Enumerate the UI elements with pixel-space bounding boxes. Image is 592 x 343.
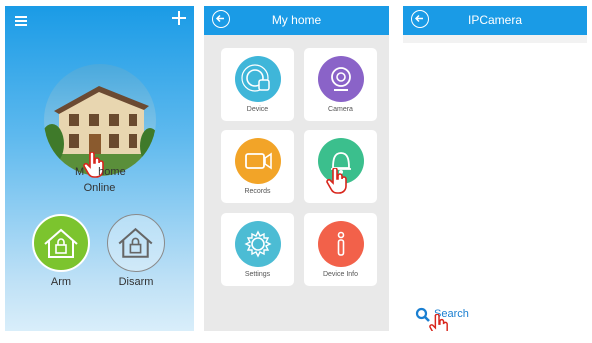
tile-label: Records: [244, 188, 271, 195]
ipcamera-screen: IPCamera Search: [403, 6, 587, 331]
tile-alarm[interactable]: [304, 130, 377, 203]
title-bar: IPCamera: [403, 6, 587, 35]
search-button[interactable]: Search: [415, 306, 485, 331]
camera-icon: [318, 56, 364, 102]
video-icon: [235, 138, 281, 184]
home-name: Mhome: [75, 166, 135, 178]
pointer-hand-icon: [429, 313, 449, 331]
tile-label: Device: [246, 106, 269, 113]
tile-camera[interactable]: Camera: [304, 48, 377, 121]
tile-label: Settings: [244, 271, 271, 278]
tile-label: Device Info: [322, 271, 359, 278]
disarm-button[interactable]: [107, 214, 165, 272]
menu-screen: My home Device Camera Records Settings D…: [204, 6, 389, 331]
page-title: My home: [271, 13, 322, 27]
arm-label: Arm: [50, 276, 72, 288]
home-name-label: home: [98, 166, 126, 178]
menu-icon[interactable]: [15, 16, 27, 26]
title-bar: My home: [204, 6, 389, 35]
tile-device[interactable]: Device: [221, 48, 294, 121]
home-screen: Mhome Online Arm Disarm: [5, 6, 194, 331]
status-text: Online: [83, 182, 116, 194]
tile-device-info[interactable]: Device Info: [304, 213, 377, 286]
home-name-prefix: M: [75, 166, 85, 178]
house-lock-icon: [44, 228, 78, 258]
page-title: IPCamera: [467, 13, 523, 27]
house-unlock-icon: [118, 227, 153, 258]
disarm-label: Disarm: [118, 276, 154, 288]
device-icon: [235, 56, 281, 102]
arm-button[interactable]: [32, 214, 90, 272]
info-icon: [318, 221, 364, 267]
add-icon[interactable]: [172, 11, 186, 25]
gear-icon: [235, 221, 281, 267]
tile-settings[interactable]: Settings: [221, 213, 294, 286]
pointer-hand-icon: [326, 167, 348, 199]
tile-records[interactable]: Records: [221, 130, 294, 203]
tile-label: Camera: [328, 106, 353, 113]
content-area: [403, 35, 587, 43]
